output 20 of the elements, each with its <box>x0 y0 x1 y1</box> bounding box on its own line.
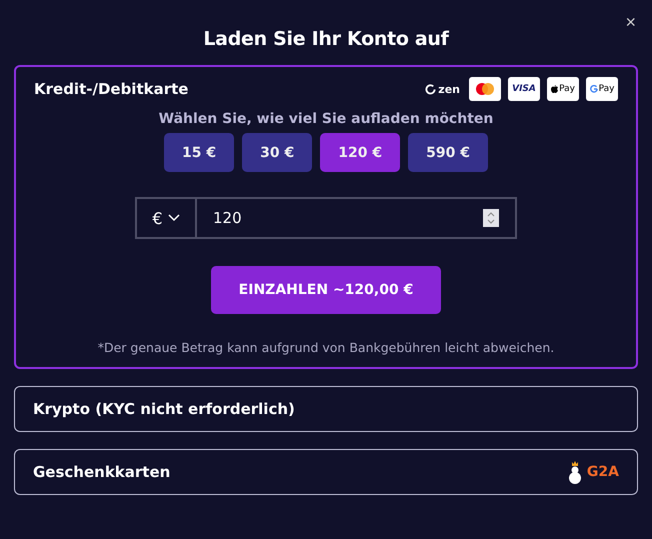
dialog-title: Laden Sie Ihr Konto auf <box>203 28 449 50</box>
apple-pay-logo: Pay <box>547 77 579 101</box>
section-title: Krypto (KYC nicht erforderlich) <box>33 400 295 418</box>
amount-option[interactable]: 590 € <box>408 133 488 172</box>
close-button[interactable]: × <box>625 12 636 33</box>
amount-option[interactable]: 15 € <box>164 133 234 172</box>
google-pay-logo: Pay <box>586 77 618 101</box>
zen-logo: zen <box>425 82 460 96</box>
mastercard-logo <box>469 77 501 101</box>
section-title: Kredit-/Debitkarte <box>34 80 188 98</box>
fee-note: *Der genaue Betrag kann aufgrund von Bankgebühren leicht abweichen. <box>98 340 554 355</box>
g2a-logo: G2A <box>566 460 619 484</box>
payment-section[interactable]: Krypto (KYC nicht erforderlich) <box>14 386 638 432</box>
section-title: Geschenkkarten <box>33 463 170 481</box>
visa-logo: VISA <box>508 77 540 101</box>
amount-option[interactable]: 120 € <box>320 133 400 172</box>
deposit-button[interactable]: EINZAHLEN ~120,00 € <box>211 266 441 314</box>
amount-prompt: Wählen Sie, wie viel Sie aufladen möchten <box>158 111 494 127</box>
payment-section[interactable]: Geschenkkarten G2A <box>14 449 638 495</box>
amount-option[interactable]: 30 € <box>242 133 312 172</box>
